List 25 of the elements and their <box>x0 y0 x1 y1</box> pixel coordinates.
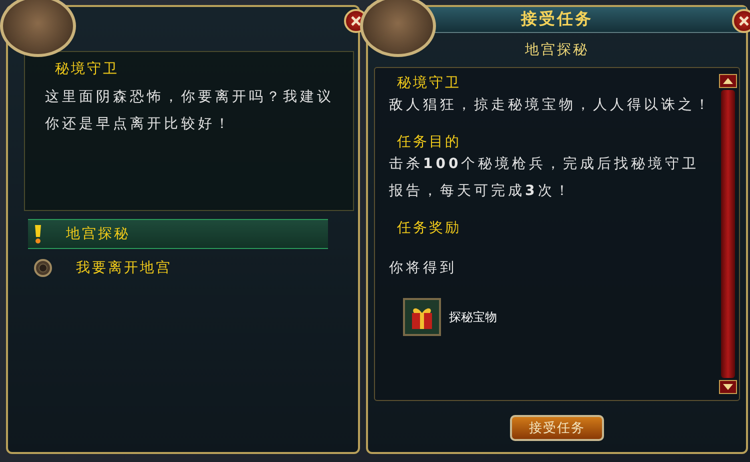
accept-quest-button[interactable]: 接受任务 <box>510 415 604 441</box>
wheel-icon <box>34 259 52 277</box>
section-heading: 任务奖励 <box>397 219 462 237</box>
scroll-down-button[interactable] <box>719 380 737 394</box>
option-label: 我要离开地宫 <box>76 259 172 277</box>
dialogue-text: 这里面阴森恐怖，你要离开吗？我建议你还是早点离开比较好！ <box>45 88 335 134</box>
section-text: 你将得到 <box>389 259 458 278</box>
dialog-option[interactable]: 地宫探秘 <box>28 219 328 249</box>
npc-name: 秘境守卫 <box>55 60 120 78</box>
section-heading: 秘境守卫 <box>397 74 462 92</box>
scroll-up-button[interactable] <box>719 74 737 88</box>
quest-name: 地宫探秘 <box>525 41 589 59</box>
up-arrow-icon <box>723 78 733 84</box>
close-icon <box>350 15 362 27</box>
scrollbar[interactable] <box>719 74 737 394</box>
item-name: 探秘宝物 <box>449 308 497 326</box>
window-title: 接受任务 <box>521 9 593 30</box>
dialog-option[interactable]: 我要离开地宫 <box>28 253 328 283</box>
section-heading: 任务目的 <box>397 133 462 151</box>
close-icon <box>738 15 750 27</box>
item-slot[interactable] <box>403 298 441 336</box>
section-text: 敌人猖狂，掠走秘境宝物，人人得以诛之！ <box>389 96 713 115</box>
exclamation-icon <box>34 224 42 244</box>
option-label: 地宫探秘 <box>66 225 130 243</box>
down-arrow-icon <box>723 384 733 390</box>
